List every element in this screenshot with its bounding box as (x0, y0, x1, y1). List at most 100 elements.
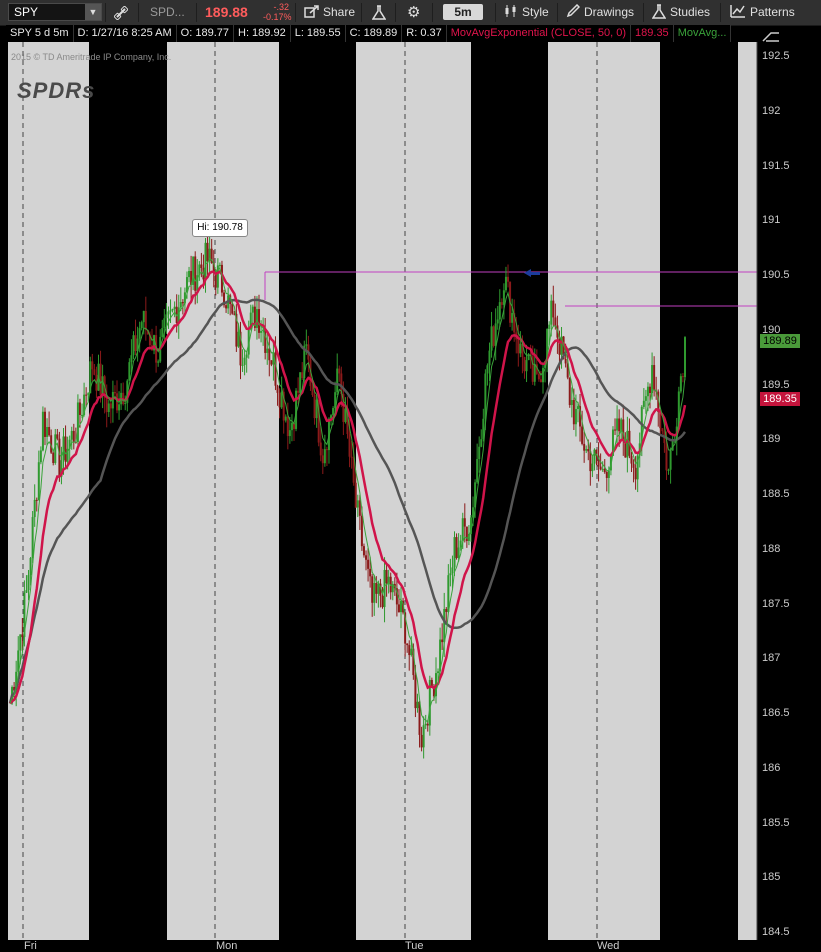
symbol-selector[interactable]: SPY ▼ (8, 3, 102, 21)
candle (381, 595, 384, 608)
candle (225, 305, 228, 309)
axis-label: 189 (762, 433, 781, 446)
candle (270, 360, 273, 365)
candle (39, 450, 42, 463)
toolbar: SPY ▼ SPD... 189.88 -.32 -0.17% Share ⚙ … (0, 0, 821, 26)
candle (29, 558, 32, 576)
candle (204, 242, 207, 280)
pencil-icon (566, 3, 581, 18)
candle (377, 583, 380, 594)
candle (321, 455, 324, 464)
candle (554, 317, 557, 326)
candle (525, 360, 528, 372)
candle (367, 559, 370, 569)
high-bubble: Hi: 190.78 (192, 219, 248, 237)
share-icon (304, 5, 319, 18)
candle (290, 422, 293, 431)
candle (496, 319, 499, 324)
candle (601, 468, 604, 470)
candle (461, 518, 464, 541)
candle (284, 416, 287, 421)
candle (231, 304, 234, 314)
candle (81, 414, 84, 416)
candle (661, 428, 664, 432)
candle (511, 312, 514, 323)
candle (237, 331, 240, 347)
candle (276, 385, 279, 393)
drawings-button[interactable]: Drawings (566, 0, 634, 25)
candle (338, 368, 341, 374)
candle (684, 337, 686, 378)
study-ema-value: 189.35 (631, 25, 674, 42)
candle (194, 256, 197, 291)
candle (105, 397, 108, 413)
candle (179, 301, 182, 308)
close-label: C: 189.89 (346, 25, 403, 42)
session-band (8, 42, 89, 940)
candles-icon (505, 5, 516, 17)
period-label: SPY 5 d 5m (6, 25, 74, 42)
candle (124, 402, 127, 404)
candle (449, 573, 452, 576)
candle (408, 645, 411, 656)
candle (507, 276, 510, 282)
candle (369, 568, 372, 577)
lasso-tool-icon[interactable] (762, 28, 782, 44)
open-label: O: 189.77 (177, 25, 234, 42)
timeframe-selector[interactable]: 5m (443, 4, 483, 20)
candle (426, 723, 429, 726)
studies-button[interactable]: Studies (651, 0, 710, 25)
candle (548, 324, 551, 330)
candle (142, 310, 145, 323)
candle (539, 379, 542, 383)
candle (517, 339, 520, 354)
candle (614, 429, 617, 431)
candle (278, 392, 281, 408)
candle (416, 701, 419, 709)
axis-label: 192.5 (762, 50, 790, 62)
gear-icon[interactable]: ⚙ (407, 0, 420, 25)
candle (93, 369, 96, 375)
candle (323, 449, 326, 464)
style-button[interactable]: Style (504, 0, 549, 25)
chevron-down-icon[interactable]: ▼ (85, 4, 101, 20)
candle (651, 365, 654, 394)
ema-value-tag: 189.35 (760, 392, 800, 406)
axis-label: 185.5 (762, 816, 790, 829)
drawings-label: Drawings (584, 5, 635, 19)
study-ema-label[interactable]: MovAvgExponential (CLOSE, 50, 0) (447, 25, 632, 42)
session-band (738, 42, 757, 940)
candle (371, 576, 374, 603)
candle (118, 404, 121, 411)
share-button[interactable]: Share (304, 0, 355, 25)
share-label: Share (323, 5, 356, 19)
candle (523, 357, 526, 372)
spdrs-logo: SPDRs (17, 78, 96, 103)
arrow-marker (524, 269, 540, 277)
candle (570, 400, 573, 406)
axis-label: 189.5 (762, 378, 790, 391)
flask-icon[interactable] (371, 0, 387, 25)
candle (498, 302, 501, 320)
range-label: R: 0.37 (402, 25, 447, 42)
link-icon[interactable] (113, 0, 129, 25)
patterns-button[interactable]: Patterns (730, 0, 795, 25)
candle (492, 326, 495, 346)
price-chart[interactable] (0, 25, 821, 950)
candle (33, 499, 36, 518)
study-ma-label[interactable]: MovAvg... (674, 25, 732, 42)
candle (56, 434, 59, 439)
candle (85, 394, 88, 396)
candle (251, 306, 254, 313)
candle (52, 452, 55, 463)
candle (424, 723, 427, 726)
candle (581, 426, 584, 444)
candle (406, 643, 409, 646)
candle (336, 368, 339, 393)
candle (43, 411, 46, 437)
candle (537, 373, 540, 380)
candle (356, 500, 359, 508)
candle (486, 365, 489, 374)
candle (128, 362, 131, 381)
day-label-tue: Tue (405, 940, 424, 952)
